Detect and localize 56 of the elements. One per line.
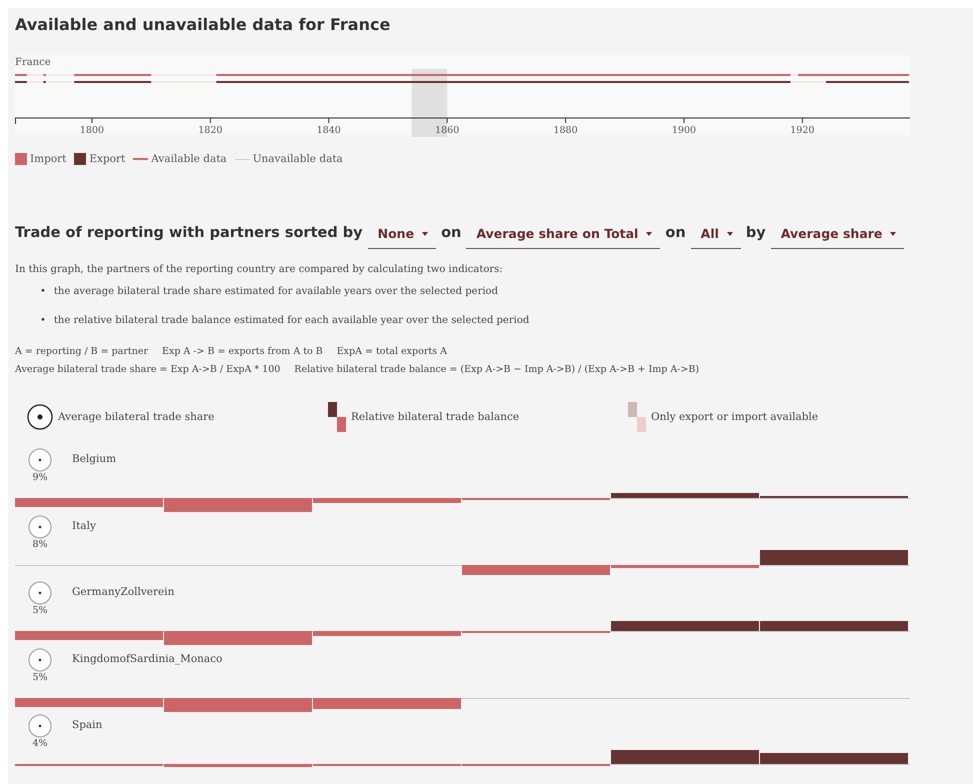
share-value: 4% <box>32 738 48 749</box>
caret-icon <box>890 232 896 236</box>
bullet-text: the relative bilateral trade balance estimated for each available year over the selected period <box>54 314 530 328</box>
partner-name: Belgium <box>72 453 116 467</box>
partner-name: Spain <box>72 719 102 733</box>
radio-selected-icon[interactable] <box>27 404 53 430</box>
definition-text: Average bilateral trade share = Exp A->B / ExpA * 100 <box>15 364 280 374</box>
share-circle-icon <box>28 581 52 605</box>
share-circle-icon <box>28 448 52 472</box>
partner-name: KingdomofSardinia_Monaco <box>72 652 222 666</box>
heading-text: on <box>665 225 686 243</box>
section-title: Available and unavailable data for France <box>15 14 392 36</box>
balance-squares-icon <box>328 402 346 432</box>
sort-dropdown[interactable]: None <box>368 220 436 249</box>
share-circle-icon <box>28 648 52 672</box>
share-value: 5% <box>32 672 48 682</box>
share-value: 5% <box>32 605 48 616</box>
legend-label: Only export or import available <box>651 411 818 423</box>
bullet-marker: • <box>40 285 46 299</box>
axis-tick-label: 1880 <box>553 125 578 136</box>
bullet-text: the average bilateral trade share estimated for available years over the selected period <box>54 285 498 299</box>
caret-icon <box>646 232 652 236</box>
caret-icon <box>422 232 428 236</box>
sort-dropdown[interactable]: All <box>690 220 741 249</box>
heading-text: Trade of reporting with partners sorted by <box>15 225 363 243</box>
legend-label: Available data <box>151 153 227 165</box>
axis-tick-label: 1800 <box>80 125 104 136</box>
legend-label: Unavailable data <box>252 153 343 165</box>
share-value: 8% <box>32 538 48 550</box>
axis-tick-label: 1920 <box>790 125 814 136</box>
legend-label: Relative bilateral trade balance <box>351 411 520 423</box>
sort-dropdown[interactable]: Average share on Total <box>466 220 660 249</box>
share-value: 9% <box>32 472 48 483</box>
partner-name: Italy <box>72 520 96 534</box>
axis-tick-label: 1820 <box>198 125 222 136</box>
sort-dropdown[interactable]: Average share <box>770 220 904 249</box>
heading-text: by <box>746 225 766 243</box>
heading-text: on <box>441 225 462 243</box>
definition-text: A = reporting / B = partner <box>15 346 148 356</box>
definition-text: Relative bilateral trade balance = (Exp A->B − Imp A->B) / (Exp A->B + Imp A->B) <box>294 364 700 374</box>
share-circle-icon <box>28 714 52 738</box>
legend-label: Average bilateral trade share <box>58 411 214 423</box>
bullet-marker: • <box>40 314 46 328</box>
axis-tick-label: 1840 <box>316 125 341 136</box>
share-circle-icon <box>28 514 52 538</box>
country-label: France <box>15 56 52 69</box>
legend-label: Import <box>30 153 66 165</box>
partial-squares-icon <box>628 402 646 432</box>
axis-tick-label: 1900 <box>672 125 696 136</box>
axis-tick-label: 1860 <box>435 125 460 136</box>
intro-text: In this graph, the partners of the reporting country are compared by calculating two indicators: <box>15 264 504 277</box>
caret-icon <box>726 232 733 236</box>
definition-text: Exp A -> B = exports from A to B <box>162 346 323 356</box>
legend-label: Export <box>89 153 126 165</box>
definition-text: ExpA = total exports A <box>336 346 447 356</box>
partner-name: GermanyZollverein <box>72 586 174 600</box>
